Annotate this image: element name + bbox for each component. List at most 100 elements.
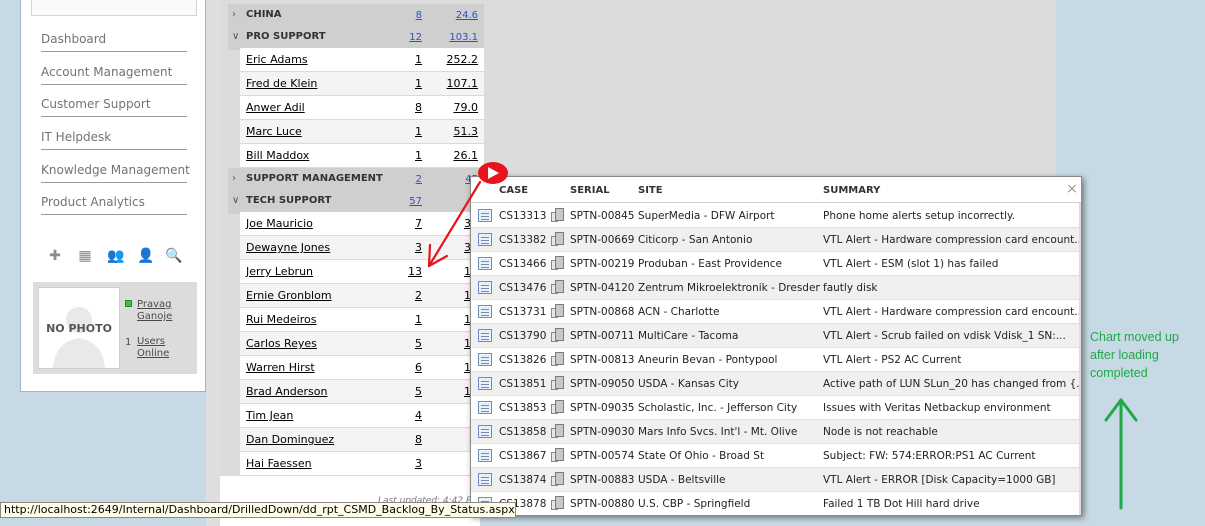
case-id[interactable]: CS13731: [499, 306, 546, 318]
case-id[interactable]: CS13313: [499, 210, 546, 222]
rep-count-link[interactable]: 8: [415, 433, 422, 446]
rep-name-link[interactable]: Bill Maddox: [246, 149, 309, 162]
rep-value-link[interactable]: 252.2: [447, 53, 479, 66]
rep-count-link[interactable]: 1: [415, 125, 422, 138]
rep-name-link[interactable]: Dewayne Jones: [246, 241, 330, 254]
rep-name-link[interactable]: Marc Luce: [246, 125, 302, 138]
case-row[interactable]: CS13826 SPTN-00813 Aneurin Bevan - Pontypo…: [471, 348, 1081, 372]
calculator-icon[interactable]: ▦: [77, 248, 93, 264]
chevron-down-icon[interactable]: ∨: [232, 31, 239, 42]
search-icon[interactable]: 🔍: [165, 248, 182, 264]
rep-name-link[interactable]: Rui Medeiros: [246, 313, 316, 326]
case-row[interactable]: CS13858 SPTN-09030 Mars Info Svcs. Int'l -…: [471, 420, 1081, 444]
rep-count-link[interactable]: 13: [408, 265, 422, 278]
sidebar-item-account-management[interactable]: Account Management: [41, 61, 187, 85]
rep-name-link[interactable]: Fred de Klein: [246, 77, 317, 90]
case-document-icon[interactable]: [478, 473, 492, 486]
report-group-row[interactable]: › CHINA 8 24.6: [228, 4, 484, 28]
rep-count-link[interactable]: 3: [415, 457, 422, 470]
chevron-right-icon[interactable]: ›: [232, 173, 236, 184]
close-icon[interactable]: ×: [1065, 182, 1079, 196]
case-id[interactable]: CS13853: [499, 402, 546, 414]
rep-count-link[interactable]: 3: [415, 241, 422, 254]
case-row[interactable]: CS13476 SPTN-04120 Zentrum Mikroelektronik…: [471, 276, 1081, 300]
case-id[interactable]: CS13851: [499, 378, 546, 390]
sidebar-item-it-helpdesk[interactable]: IT Helpdesk: [41, 126, 187, 150]
group-value-link[interactable]: 103.1: [449, 32, 478, 43]
case-id[interactable]: CS13874: [499, 474, 546, 486]
col-serial-header[interactable]: SERIAL: [570, 185, 610, 196]
chevron-right-icon[interactable]: ›: [232, 9, 236, 20]
case-id[interactable]: CS13466: [499, 258, 546, 270]
rep-count-link[interactable]: 5: [415, 385, 422, 398]
case-id[interactable]: CS13790: [499, 330, 546, 342]
chevron-down-icon[interactable]: ∨: [232, 195, 239, 206]
online-link[interactable]: Online: [137, 348, 169, 360]
user-icon[interactable]: 👤: [137, 248, 154, 264]
case-document-icon[interactable]: [478, 377, 492, 390]
case-row[interactable]: CS13867 SPTN-00574 State Of Ohio - Broad S…: [471, 444, 1081, 468]
rep-count-link[interactable]: 1: [415, 77, 422, 90]
case-id[interactable]: CS13382: [499, 234, 546, 246]
rep-value-link[interactable]: 79.0: [454, 101, 479, 114]
case-document-icon[interactable]: [478, 209, 492, 222]
case-row[interactable]: CS13878 SPTN-00880 U.S. CBP - Springfield F…: [471, 492, 1081, 515]
rep-count-link[interactable]: 1: [415, 313, 422, 326]
col-summary-header[interactable]: SUMMARY: [823, 185, 880, 196]
case-row[interactable]: CS13790 SPTN-00711 MultiCare - Tacoma VTL A…: [471, 324, 1081, 348]
rep-name-link[interactable]: Eric Adams: [246, 53, 308, 66]
report-group-row[interactable]: ∨TECH SUPPORT571: [228, 190, 484, 214]
rep-name-link[interactable]: Tim Jean: [246, 409, 293, 422]
case-document-icon[interactable]: [478, 401, 492, 414]
case-row[interactable]: CS13851 SPTN-09050 USDA - Kansas City Activ…: [471, 372, 1081, 396]
group-count-link[interactable]: 57: [409, 196, 422, 207]
col-case-header[interactable]: CASE: [499, 185, 528, 196]
rep-count-link[interactable]: 2: [415, 289, 422, 302]
report-group-row[interactable]: ∨ PRO SUPPORT 12 103.1: [228, 26, 484, 50]
case-id[interactable]: CS13858: [499, 426, 546, 438]
rep-name-link[interactable]: Jerry Lebrun: [246, 265, 313, 278]
rep-count-link[interactable]: 7: [415, 217, 422, 230]
case-document-icon[interactable]: [478, 233, 492, 246]
rep-value-link[interactable]: 107.1: [447, 77, 479, 90]
rep-count-link[interactable]: 1: [415, 53, 422, 66]
case-document-icon[interactable]: [478, 329, 492, 342]
group-value-link[interactable]: 24.6: [456, 10, 478, 21]
case-document-icon[interactable]: [478, 305, 492, 318]
rep-count-link[interactable]: 8: [415, 101, 422, 114]
rep-name-link[interactable]: Carlos Reyes: [246, 337, 317, 350]
rep-name-link[interactable]: Warren Hirst: [246, 361, 315, 374]
case-row[interactable]: CS13382 SPTN-00669 Citicorp - San Antonio V…: [471, 228, 1081, 252]
popup-scrollbar[interactable]: [1079, 203, 1081, 515]
report-group-row[interactable]: ›SUPPORT MANAGEMENT245: [228, 168, 484, 192]
group-count-link[interactable]: 8: [416, 10, 422, 21]
rep-name-link[interactable]: Ernie Gronblom: [246, 289, 332, 302]
case-document-icon[interactable]: [478, 257, 492, 270]
case-row[interactable]: CS13466 SPTN-00219 Produban - East Provide…: [471, 252, 1081, 276]
sidebar-item-dashboard[interactable]: Dashboard: [41, 28, 187, 52]
case-id[interactable]: CS13476: [499, 282, 546, 294]
case-id[interactable]: CS13826: [499, 354, 546, 366]
users-link[interactable]: Users: [137, 336, 165, 348]
rep-count-link[interactable]: 5: [415, 337, 422, 350]
sidebar-item-knowledge-management[interactable]: Knowledge Management: [41, 159, 190, 183]
users-icon[interactable]: 👥: [107, 248, 124, 264]
plus-icon[interactable]: ✚: [47, 248, 63, 264]
case-document-icon[interactable]: [478, 425, 492, 438]
col-site-header[interactable]: SITE: [638, 185, 663, 196]
case-row[interactable]: CS13853 SPTN-09035 Scholastic, Inc. - Jeff…: [471, 396, 1081, 420]
case-row[interactable]: CS13874 SPTN-00883 USDA - Beltsville VTL Al…: [471, 468, 1081, 492]
case-document-icon[interactable]: [478, 281, 492, 294]
case-row[interactable]: CS13313 SPTN-00845 SuperMedia - DFW Airpor…: [471, 204, 1081, 228]
user-first-name-link[interactable]: Pravag: [137, 299, 172, 311]
case-document-icon[interactable]: [478, 353, 492, 366]
sidebar-item-product-analytics[interactable]: Product Analytics: [41, 191, 187, 215]
user-last-name-link[interactable]: Ganoje: [137, 311, 172, 323]
rep-name-link[interactable]: Hai Faessen: [246, 457, 312, 470]
case-document-icon[interactable]: [478, 449, 492, 462]
rep-value-link[interactable]: 51.3: [454, 125, 479, 138]
group-count-link[interactable]: 2: [416, 174, 422, 185]
rep-name-link[interactable]: Brad Anderson: [246, 385, 328, 398]
rep-count-link[interactable]: 1: [415, 149, 422, 162]
rep-value-link[interactable]: 26.1: [454, 149, 479, 162]
